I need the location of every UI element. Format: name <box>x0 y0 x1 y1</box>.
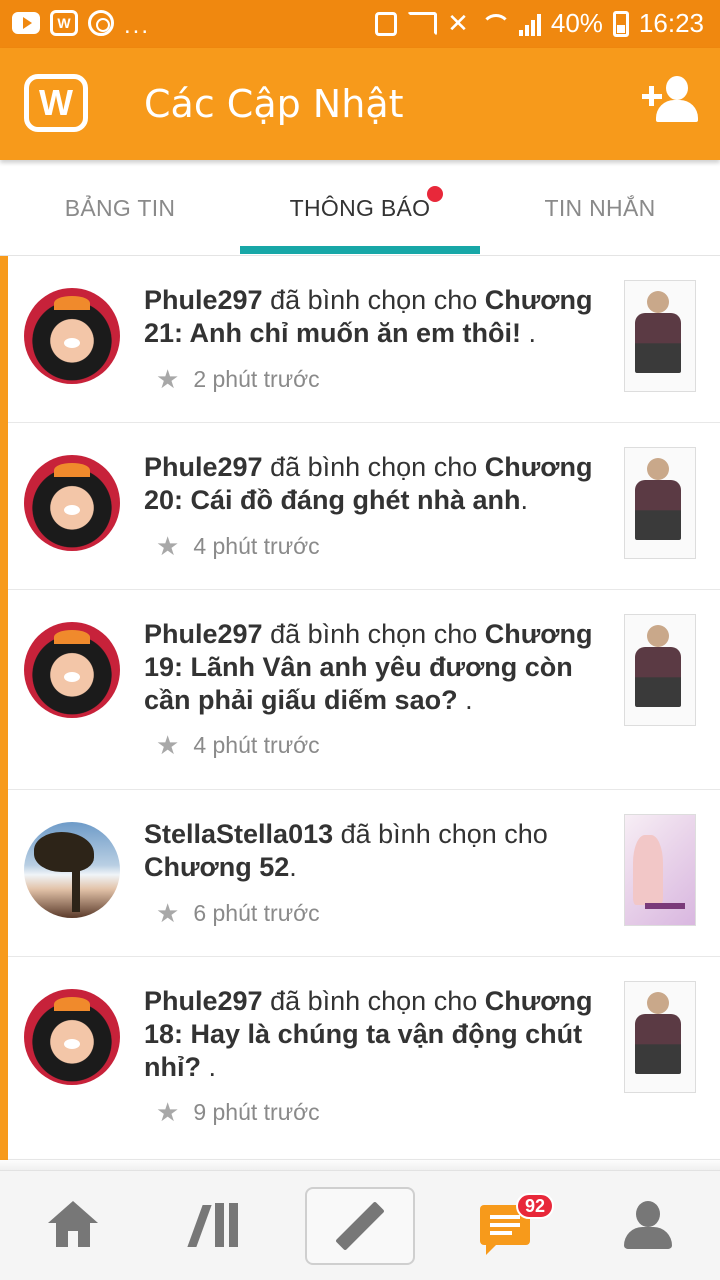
list-item[interactable]: StellaStella013 đã bình chọn cho Chương … <box>8 790 720 957</box>
profile-icon[interactable] <box>624 1201 672 1249</box>
notification-text: Phule297 đã bình chọn cho Chương 18: Hay… <box>144 986 593 1082</box>
sync-icon <box>88 10 114 36</box>
notification-text: StellaStella013 đã bình chọn cho Chương … <box>144 819 548 882</box>
wifi-icon <box>479 12 511 36</box>
star-icon: ★ <box>156 730 180 760</box>
story-cover[interactable] <box>624 814 696 926</box>
star-icon: ★ <box>156 1097 180 1127</box>
star-icon: ★ <box>156 531 180 561</box>
status-bar: W ... ✕ 40% 16:23 <box>0 0 720 48</box>
bottom-divider <box>0 1158 720 1170</box>
more-notifications-ellipsis: ... <box>124 12 151 39</box>
library-icon[interactable] <box>187 1203 241 1247</box>
star-icon: ★ <box>156 898 180 928</box>
wattpad-logo-icon[interactable]: W <box>24 74 88 132</box>
notification-text: Phule297 đã bình chọn cho Chương 21: Anh… <box>144 285 593 348</box>
story-cover[interactable] <box>624 447 696 559</box>
story-cover[interactable] <box>624 614 696 726</box>
notification-time: ★ 4 phút trước <box>156 531 320 561</box>
battery-percent: 40% <box>550 8 603 38</box>
mute-icon: ✕ <box>447 8 469 38</box>
star-icon: ★ <box>156 364 180 394</box>
avatar[interactable] <box>24 822 120 918</box>
notification-text: Phule297 đã bình chọn cho Chương 20: Cái… <box>144 452 593 515</box>
tab-messages[interactable]: TIN NHẮN <box>480 160 720 256</box>
story-cover[interactable] <box>624 981 696 1093</box>
list-item[interactable]: Phule297 đã bình chọn cho Chương 19: Lãn… <box>8 590 720 790</box>
notification-time: ★ 4 phút trước <box>156 730 320 760</box>
messages-badge: 92 <box>516 1193 554 1219</box>
write-button[interactable] <box>305 1187 415 1265</box>
notification-time: ★ 6 phút trước <box>156 898 320 928</box>
tab-indicator <box>240 246 480 254</box>
app-bar: W Các Cập Nhật <box>0 48 720 160</box>
unread-dot <box>427 186 443 202</box>
youtube-icon <box>12 12 40 34</box>
battery-saver-icon <box>375 11 398 36</box>
tab-news-feed[interactable]: BẢNG TIN <box>0 160 240 256</box>
avatar[interactable] <box>24 622 120 718</box>
avatar[interactable] <box>24 288 120 384</box>
tab-bar: BẢNG TIN THÔNG BÁO TIN NHẮN <box>0 160 720 256</box>
pencil-icon <box>317 1190 403 1262</box>
add-user-icon[interactable] <box>642 76 698 124</box>
battery-icon <box>612 10 629 37</box>
signal-icon <box>518 12 541 36</box>
notification-time: ★ 2 phút trước <box>156 364 320 394</box>
notification-time: ★ 9 phút trước <box>156 1097 320 1127</box>
avatar[interactable] <box>24 989 120 1085</box>
avatar[interactable] <box>24 455 120 551</box>
list-item[interactable]: Phule297 đã bình chọn cho Chương 20: Cái… <box>8 423 720 590</box>
bottom-navigation: 92 <box>0 1170 720 1280</box>
clock: 16:23 <box>638 8 704 38</box>
unread-accent-bar <box>0 256 8 1160</box>
page-title: Các Cập Nhật <box>144 82 404 126</box>
list-item[interactable]: Phule297 đã bình chọn cho Chương 21: Anh… <box>8 256 720 423</box>
home-icon[interactable] <box>48 1201 98 1247</box>
list-item[interactable]: Phule297 đã bình chọn cho Chương 18: Hay… <box>8 957 720 1160</box>
tab-notifications[interactable]: THÔNG BÁO <box>240 160 480 256</box>
cast-icon <box>407 11 438 36</box>
logo-letter: W <box>39 82 73 123</box>
wattpad-icon: W <box>50 10 78 36</box>
notification-list: Phule297 đã bình chọn cho Chương 21: Anh… <box>0 256 720 1168</box>
story-cover[interactable] <box>624 280 696 392</box>
notification-text: Phule297 đã bình chọn cho Chương 19: Lãn… <box>144 619 593 715</box>
